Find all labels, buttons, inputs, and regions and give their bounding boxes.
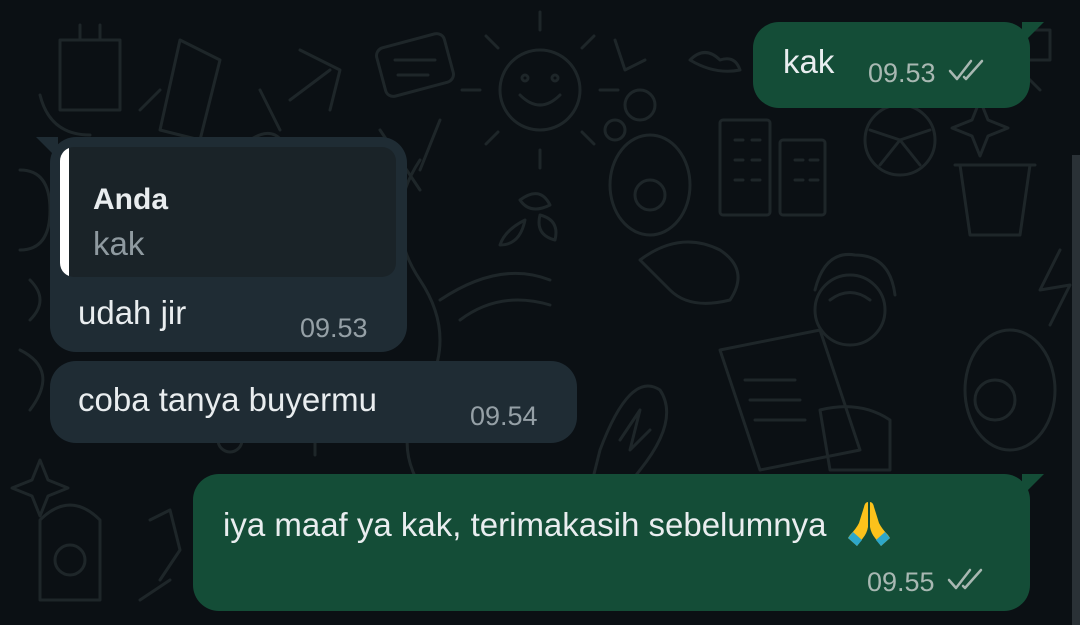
message-time: 09.53 bbox=[868, 58, 936, 88]
message-meta: 09.55 bbox=[867, 567, 991, 598]
incoming-message-bubble[interactable]: coba tanya buyermu 09.54 bbox=[50, 361, 577, 443]
folded-hands-icon bbox=[847, 500, 890, 555]
message-time: 09.55 bbox=[867, 567, 935, 597]
message-meta: 09.53 bbox=[868, 58, 992, 89]
message-text-row: iya maaf ya kak, terimakasih sebelumnya bbox=[223, 500, 890, 555]
quoted-message[interactable]: Anda kak bbox=[60, 147, 396, 277]
scrollbar[interactable] bbox=[1072, 155, 1080, 625]
quoted-text: kak bbox=[93, 225, 145, 262]
message-text: kak bbox=[783, 43, 835, 80]
quoted-author: Anda bbox=[93, 183, 168, 216]
incoming-message-bubble[interactable]: Anda kak udah jir 09.53 bbox=[36, 137, 407, 352]
read-ticks-icon bbox=[948, 58, 992, 89]
message-text: udah jir bbox=[78, 294, 187, 331]
bubble-tail bbox=[36, 137, 58, 159]
outgoing-message-bubble[interactable]: kak 09.53 bbox=[753, 22, 1044, 108]
message-text: coba tanya buyermu bbox=[78, 381, 378, 418]
outgoing-message-bubble[interactable]: iya maaf ya kak, terimakasih sebelumnya … bbox=[193, 474, 1044, 611]
message-time: 09.53 bbox=[300, 313, 368, 343]
read-ticks-icon bbox=[947, 567, 991, 598]
message-text: iya maaf ya kak, terimakasih sebelumnya bbox=[223, 506, 827, 544]
bubble-tail bbox=[1022, 22, 1044, 44]
quote-bar bbox=[60, 147, 69, 277]
bubble-tail bbox=[1022, 474, 1044, 496]
message-time: 09.54 bbox=[470, 401, 538, 431]
